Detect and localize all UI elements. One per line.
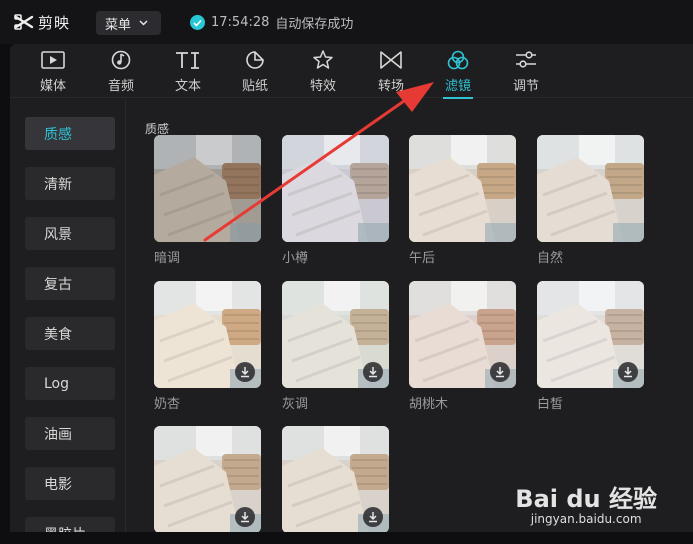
tab-adjust[interactable]: 调节	[501, 50, 551, 94]
category-sidebar: 质感 清新 风景 复古 美食 Log 油画 电影 黑胶片	[10, 99, 126, 532]
tab-label: 音频	[107, 79, 134, 94]
tab-label: 贴纸	[241, 79, 268, 94]
media-icon	[41, 51, 65, 69]
filter-thumbnail	[154, 135, 261, 242]
filter-thumbnail	[282, 135, 389, 242]
check-circle-icon	[190, 15, 205, 30]
filter-label: 自然	[537, 251, 564, 266]
autosave-status: 17:54:28 自动保存成功	[190, 13, 353, 32]
category-log[interactable]: Log	[25, 367, 115, 400]
category-landscape[interactable]: 风景	[25, 217, 115, 250]
filter-thumb[interactable]	[154, 281, 261, 388]
tab-label: 文本	[174, 79, 201, 94]
filter-thumbnail	[409, 135, 516, 242]
filter-card[interactable]: 暗调	[154, 135, 261, 266]
filter-card[interactable]: 奶杏	[154, 281, 261, 412]
adjust-icon	[516, 51, 536, 68]
filter-card[interactable]: 白皙	[537, 281, 644, 412]
menu-dropdown[interactable]: 菜单	[96, 11, 161, 35]
tab-bar: 媒体 音频 文本 贴纸 特效 转场 滤镜 调节	[10, 44, 693, 99]
capcut-logo-icon	[14, 14, 34, 30]
download-icon[interactable]	[235, 362, 255, 382]
filter-card[interactable]: 午后	[409, 135, 516, 266]
filter-card[interactable]: 胡桃木	[409, 281, 516, 412]
app-name: 剪映	[38, 13, 71, 32]
category-oil-painting[interactable]: 油画	[25, 417, 115, 450]
filter-thumb[interactable]	[537, 135, 644, 242]
filter-card[interactable]: 自然	[537, 135, 644, 266]
menu-label: 菜单	[105, 17, 132, 33]
tab-label: 滤镜	[444, 79, 471, 94]
sticker-icon	[246, 51, 264, 69]
filter-label: 午后	[409, 251, 436, 266]
filter-icon	[447, 50, 469, 70]
filter-thumb[interactable]	[409, 135, 516, 242]
filter-thumbnail	[537, 135, 644, 242]
category-texture[interactable]: 质感	[25, 117, 115, 150]
download-icon[interactable]	[618, 362, 638, 382]
tab-label: 媒体	[39, 79, 66, 94]
filter-card[interactable]	[282, 426, 389, 532]
filter-thumb[interactable]	[409, 281, 516, 388]
category-black-film[interactable]: 黑胶片	[25, 517, 115, 532]
baidu-watermark: Bai du 经验 jingyan.baidu.com	[515, 479, 657, 526]
tab-label: 特效	[309, 79, 336, 94]
download-icon[interactable]	[235, 507, 255, 527]
filter-thumb[interactable]	[154, 426, 261, 532]
filter-label: 暗调	[154, 251, 181, 266]
filter-grid-area: 质感 暗调 小樽 午后 自然 奶杏 灰调 胡桃木 白皙	[127, 99, 693, 532]
chevron-down-icon	[139, 20, 148, 26]
autosave-time: 17:54:28	[211, 15, 270, 30]
filter-label: 白皙	[537, 397, 564, 412]
filter-thumb[interactable]	[154, 135, 261, 242]
watermark-main: Bai du 经验	[515, 485, 657, 513]
app-logo: 剪映	[14, 11, 70, 33]
filter-thumb[interactable]	[282, 135, 389, 242]
category-food[interactable]: 美食	[25, 317, 115, 350]
tab-label: 调节	[512, 79, 539, 94]
filter-label: 胡桃木	[409, 397, 449, 412]
filter-label: 奶杏	[154, 397, 181, 412]
filter-card[interactable]	[154, 426, 261, 532]
download-icon[interactable]	[363, 362, 383, 382]
category-retro[interactable]: 复古	[25, 267, 115, 300]
tab-text[interactable]: 文本	[163, 50, 213, 94]
filter-label: 小樽	[282, 251, 309, 266]
download-icon[interactable]	[363, 507, 383, 527]
filter-thumb[interactable]	[282, 281, 389, 388]
effects-icon	[313, 50, 333, 69]
tab-label: 转场	[377, 79, 404, 94]
transition-icon	[380, 51, 402, 69]
filter-thumb[interactable]	[282, 426, 389, 532]
tab-audio[interactable]: 音频	[96, 50, 146, 94]
tab-media[interactable]: 媒体	[28, 50, 78, 94]
category-movie[interactable]: 电影	[25, 467, 115, 500]
bottom-strip	[0, 532, 693, 544]
audio-icon	[111, 50, 131, 70]
category-fresh[interactable]: 清新	[25, 167, 115, 200]
title-bar: 剪映 菜单 17:54:28 自动保存成功	[0, 0, 693, 44]
filter-thumb[interactable]	[537, 281, 644, 388]
text-icon	[176, 52, 199, 69]
tab-filter[interactable]: 滤镜	[433, 50, 483, 99]
download-icon[interactable]	[490, 362, 510, 382]
autosave-message: 自动保存成功	[275, 17, 354, 32]
tab-effects[interactable]: 特效	[298, 50, 348, 94]
filter-card[interactable]: 小樽	[282, 135, 389, 266]
material-panel: 媒体 音频 文本 贴纸 特效 转场 滤镜 调节 质感 清新 风景 复古 美食 L…	[10, 44, 693, 532]
filter-card[interactable]: 灰调	[282, 281, 389, 412]
tab-sticker[interactable]: 贴纸	[230, 50, 280, 94]
tab-transition[interactable]: 转场	[366, 50, 416, 94]
filter-label: 灰调	[282, 397, 309, 412]
watermark-sub: jingyan.baidu.com	[530, 512, 642, 526]
